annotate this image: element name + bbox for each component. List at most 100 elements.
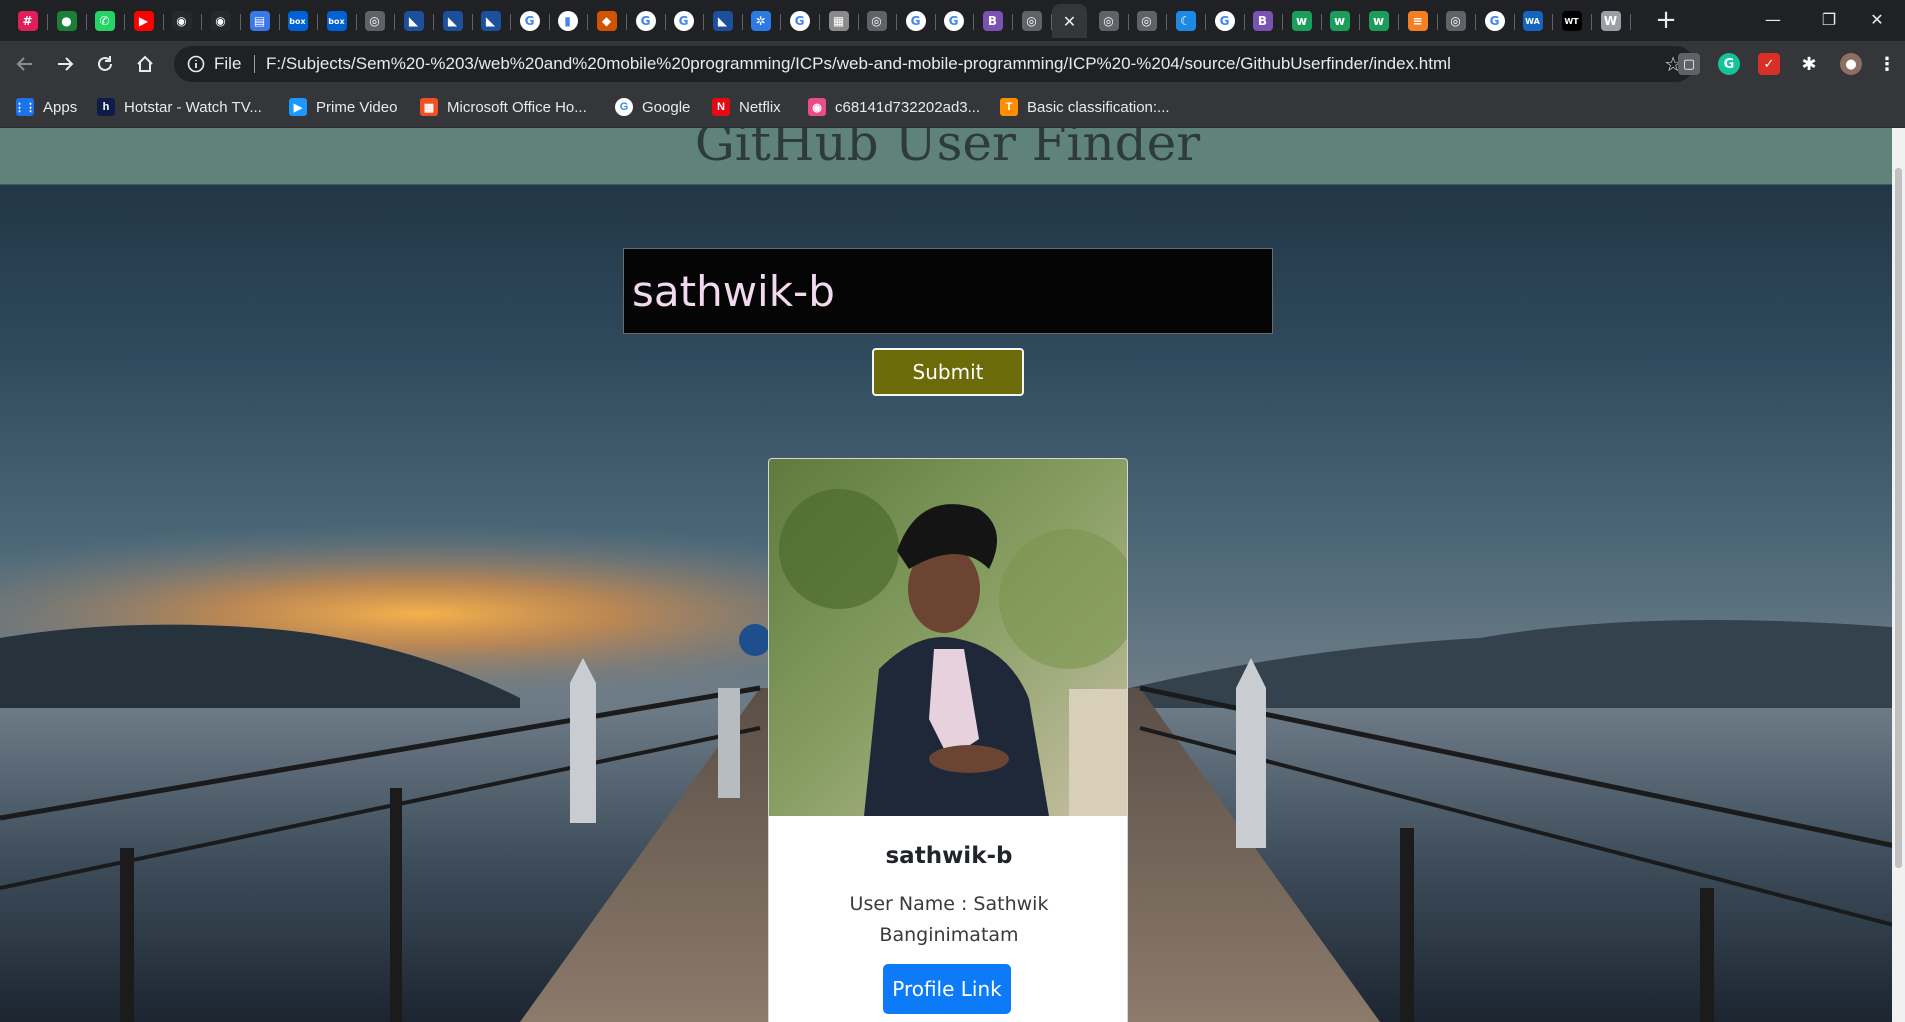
browser-tab[interactable]: G <box>628 4 663 38</box>
forward-button[interactable] <box>51 50 79 78</box>
browser-tab[interactable]: G <box>1207 4 1242 38</box>
browser-menu-icon[interactable]: ⋮ <box>1876 53 1898 75</box>
submit-button[interactable]: Submit <box>872 348 1024 396</box>
extension-square-icon[interactable]: ▢ <box>1678 53 1700 75</box>
scrollbar-thumb[interactable] <box>1895 168 1902 868</box>
browser-tab[interactable]: ◎ <box>357 4 392 38</box>
github-icon: ◉ <box>210 11 231 31</box>
tab-separator <box>1398 14 1399 30</box>
browser-tab[interactable]: B <box>975 4 1010 38</box>
puzzle-extensions-icon[interactable]: ✱ <box>1798 53 1820 75</box>
user-full-name: User Name : Sathwik Banginimatam <box>849 893 1049 946</box>
browser-tab[interactable]: ≡ <box>1400 4 1435 38</box>
bookmark-item[interactable]: G Google <box>615 96 690 118</box>
address-bar[interactable]: File F:/Subjects/Sem%20-%203/web%20and%2… <box>174 46 1694 82</box>
github-icon: ◉ <box>171 11 192 31</box>
bookmark-item[interactable]: ▦ Microsoft Office Ho... <box>420 96 587 118</box>
browser-tab[interactable]: ▮ <box>550 4 585 38</box>
reload-icon <box>98 56 112 71</box>
url-text[interactable]: F:/Subjects/Sem%20-%203/web%20and%20mobi… <box>266 54 1451 74</box>
browser-tab[interactable]: ▶ <box>126 4 161 38</box>
new-tab-plus-icon[interactable]: + <box>1652 7 1680 35</box>
google-icon: G <box>1484 11 1505 31</box>
bookmark-item[interactable]: ▶ Prime Video <box>289 96 397 118</box>
globe-icon: ◎ <box>1445 11 1466 31</box>
tab-separator <box>47 14 48 30</box>
page-scrollbar[interactable] <box>1892 128 1905 1022</box>
tab-separator <box>819 14 820 30</box>
browser-tab[interactable]: G <box>666 4 701 38</box>
browser-tab[interactable]: ◣ <box>473 4 508 38</box>
profile-avatar-icon[interactable]: ● <box>1840 53 1862 75</box>
browser-tab[interactable]: # <box>10 4 45 38</box>
w-script-icon: W <box>1600 11 1621 31</box>
home-button[interactable] <box>131 50 159 78</box>
tensorflow-icon: T <box>1000 98 1018 116</box>
home-icon <box>137 55 153 72</box>
reload-button[interactable] <box>91 50 119 78</box>
browser-tab[interactable]: box <box>280 4 315 38</box>
browser-tab[interactable]: ◎ <box>1438 4 1473 38</box>
browser-tab[interactable]: ☾ <box>1168 4 1203 38</box>
browser-tab[interactable]: ◣ <box>435 4 470 38</box>
browser-tab[interactable]: ✆ <box>87 4 122 38</box>
browser-tab[interactable]: ◆ <box>589 4 624 38</box>
youtube-icon: ▶ <box>133 11 154 31</box>
tab-separator <box>1166 14 1167 30</box>
tab-separator <box>587 14 588 30</box>
browser-tab[interactable]: G <box>936 4 971 38</box>
browser-tab[interactable]: G <box>782 4 817 38</box>
browser-tab[interactable]: ◎ <box>859 4 894 38</box>
browser-tab[interactable]: ✕ <box>1052 4 1087 38</box>
tab-separator <box>973 14 974 30</box>
browser-tab[interactable]: W <box>1593 4 1628 38</box>
browser-tab[interactable]: ◣ <box>396 4 431 38</box>
bookmark-item[interactable]: T Basic classification:... <box>1000 96 1170 118</box>
browser-tab[interactable]: ◉ <box>203 4 238 38</box>
back-button[interactable] <box>11 50 39 78</box>
bookmark-item[interactable]: h Hotstar - Watch TV... <box>97 96 262 118</box>
bookmark-label: Microsoft Office Ho... <box>447 98 587 116</box>
slack-icon: # <box>17 11 38 31</box>
w-icon: w <box>1291 11 1312 31</box>
browser-tab[interactable]: ● <box>49 4 84 38</box>
bookmark-item[interactable]: ◉ c68141d732202ad3... <box>808 96 980 118</box>
info-icon[interactable] <box>186 54 206 74</box>
docs-icon: ▮ <box>557 11 578 31</box>
browser-tab[interactable]: WA <box>1515 4 1550 38</box>
browser-tab[interactable]: ◣ <box>705 4 740 38</box>
browser-tab[interactable]: ◎ <box>1129 4 1164 38</box>
username-search-input[interactable] <box>623 248 1273 334</box>
tab-separator <box>1475 14 1476 30</box>
browser-tab[interactable]: ◉ <box>164 4 199 38</box>
browser-tab[interactable]: G <box>898 4 933 38</box>
browser-tab[interactable]: w <box>1284 4 1319 38</box>
stackoverflow-icon: ≡ <box>1407 11 1428 31</box>
browser-tab[interactable]: G <box>1477 4 1512 38</box>
document-chart-icon: ▤ <box>249 11 270 31</box>
pdf-extension-icon[interactable]: ✓ <box>1758 53 1780 75</box>
browser-tab[interactable]: ◎ <box>1091 4 1126 38</box>
window-minimize-icon[interactable]: — <box>1745 0 1801 38</box>
google-icon: G <box>1214 11 1235 31</box>
grammarly-icon[interactable]: G <box>1718 53 1740 75</box>
tab-separator <box>394 14 395 30</box>
browser-tab[interactable]: w <box>1322 4 1357 38</box>
browser-tab[interactable]: box <box>319 4 354 38</box>
tab-separator <box>1552 14 1553 30</box>
window-close-icon[interactable]: ✕ <box>1849 0 1905 38</box>
bookmark-item[interactable]: N Netflix <box>712 96 781 118</box>
bookmark-item[interactable]: ⋮⋮ Apps <box>14 96 77 118</box>
browser-tab[interactable]: B <box>1245 4 1280 38</box>
profile-link-button[interactable]: Profile Link <box>883 964 1011 1014</box>
browser-tab[interactable]: ✲ <box>743 4 778 38</box>
browser-tab[interactable]: w <box>1361 4 1396 38</box>
google-icon: G <box>905 11 926 31</box>
close-icon: ✕ <box>1062 11 1077 31</box>
browser-tab[interactable]: ◎ <box>1014 4 1049 38</box>
browser-tab[interactable]: G <box>512 4 547 38</box>
browser-tab[interactable]: ▦ <box>821 4 856 38</box>
browser-tab[interactable]: WT <box>1554 4 1589 38</box>
tab-separator <box>433 14 434 30</box>
browser-tab[interactable]: ▤ <box>242 4 277 38</box>
